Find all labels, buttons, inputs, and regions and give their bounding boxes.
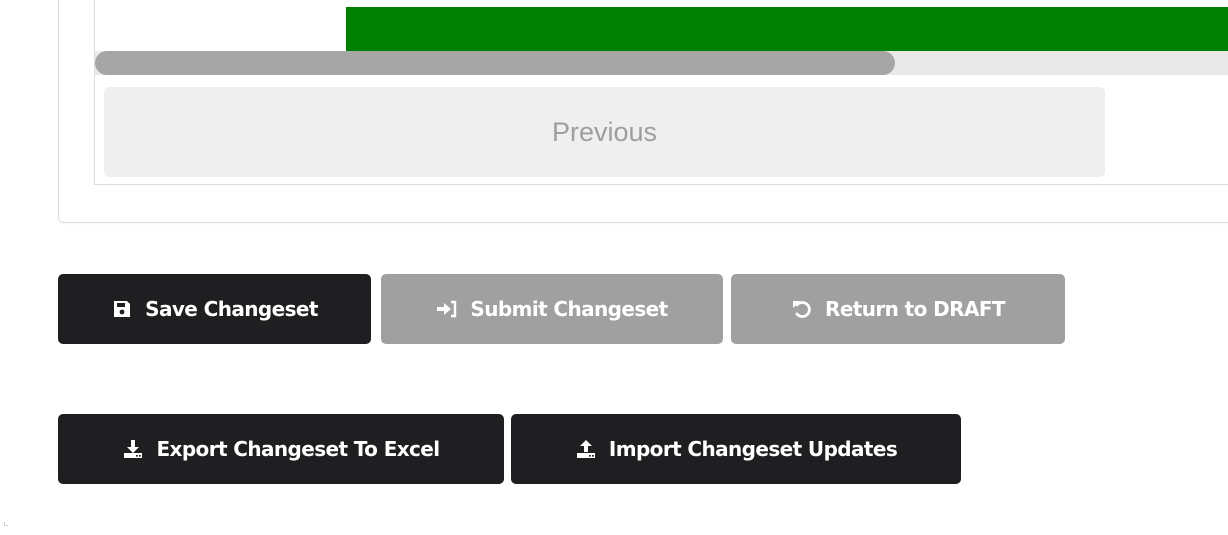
export-changeset-label: Export Changeset To Excel	[156, 437, 440, 461]
save-changeset-label: Save Changeset	[145, 297, 318, 321]
return-to-draft-label: Return to DRAFT	[825, 297, 1005, 321]
upload-tray-icon	[575, 438, 597, 460]
previous-button[interactable]: Previous	[104, 87, 1105, 177]
sign-in-arrow-icon	[436, 298, 458, 320]
download-tray-icon	[122, 438, 144, 460]
import-changeset-label: Import Changeset Updates	[608, 437, 898, 461]
resize-corner-mark	[4, 522, 8, 526]
floppy-disk-icon	[111, 298, 133, 320]
return-to-draft-button[interactable]: Return to DRAFT	[731, 274, 1065, 344]
export-changeset-button[interactable]: Export Changeset To Excel	[58, 414, 504, 484]
changeset-page: Previous Save Changeset Submit Changeset	[0, 0, 1228, 535]
undo-arrow-icon	[791, 298, 813, 320]
previous-button-label: Previous	[551, 116, 658, 147]
submit-changeset-label: Submit Changeset	[470, 297, 668, 321]
status-bar	[346, 7, 1228, 51]
submit-changeset-button[interactable]: Submit Changeset	[381, 274, 723, 344]
import-changeset-button[interactable]: Import Changeset Updates	[511, 414, 961, 484]
horizontal-scrollbar-thumb[interactable]	[95, 51, 895, 75]
save-changeset-button[interactable]: Save Changeset	[58, 274, 371, 344]
